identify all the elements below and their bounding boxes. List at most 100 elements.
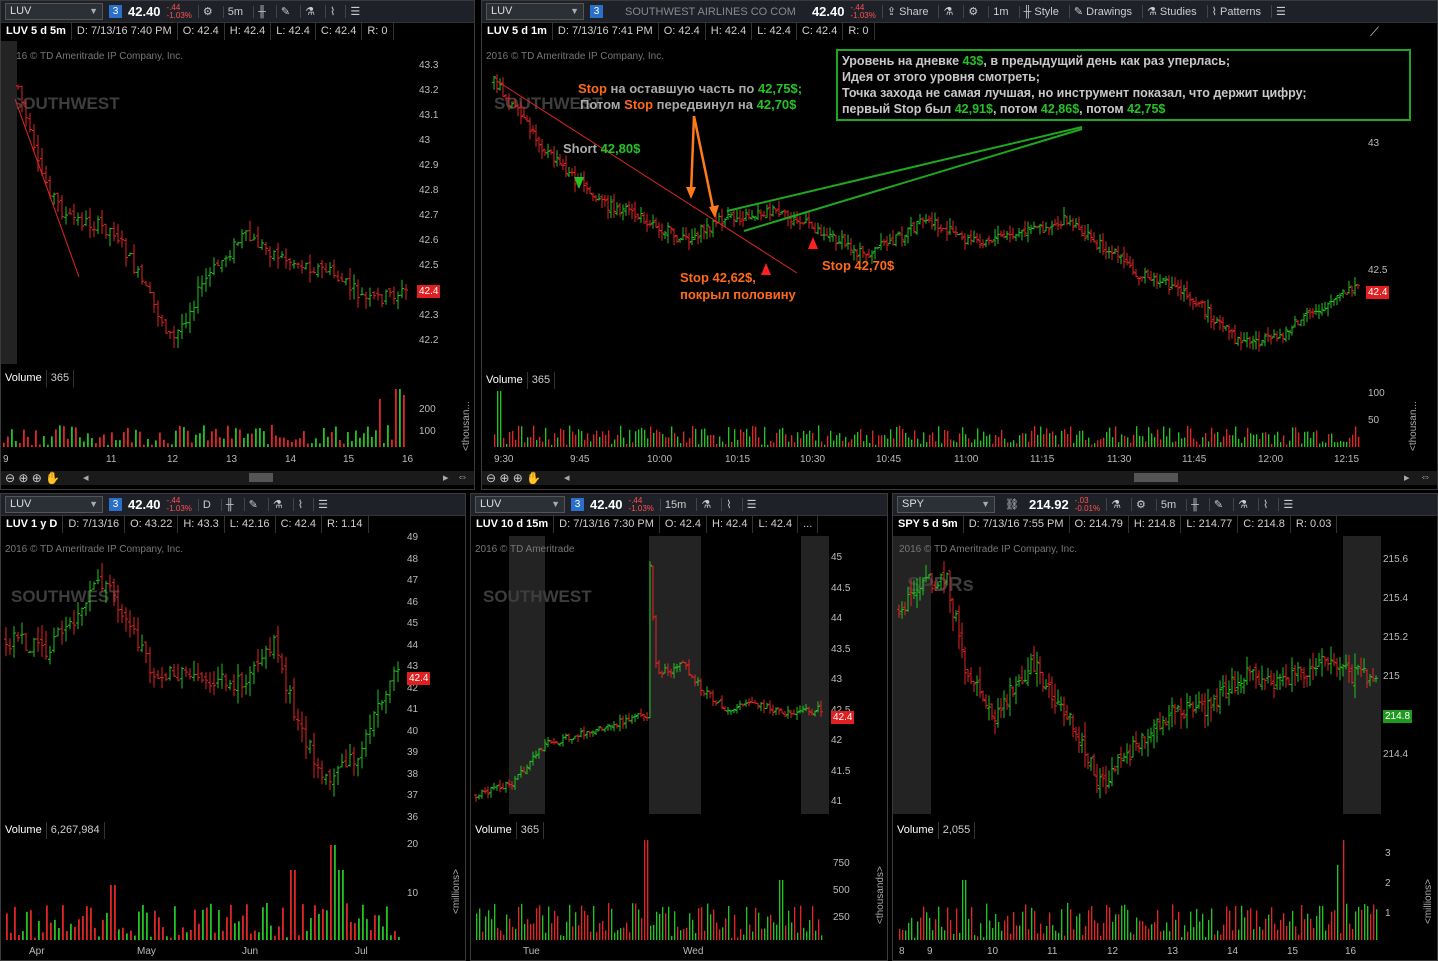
price-chart[interactable] bbox=[471, 534, 829, 816]
volume-bar bbox=[1166, 436, 1168, 447]
volume-bar bbox=[1280, 919, 1282, 940]
expand-icon[interactable]: ⇔ bbox=[457, 471, 468, 483]
volume-bar bbox=[1043, 434, 1045, 447]
candle-style-icon[interactable]: ╫ bbox=[253, 5, 270, 18]
volume-bar bbox=[343, 443, 345, 447]
volume-bar bbox=[86, 906, 88, 940]
symbol-selector[interactable]: LUV ▼ bbox=[5, 496, 103, 513]
volume-bar bbox=[683, 431, 685, 447]
candle-style-icon[interactable]: ╫ bbox=[220, 498, 238, 511]
menu-icon[interactable]: ☰ bbox=[741, 498, 761, 511]
chart-panel-bottom-middle: LUV ▼ 3 42.40 -.44 -1.03% 15m ⚗ ⌇ ☰ LUV 10… bbox=[470, 493, 888, 961]
volume-bar bbox=[821, 441, 823, 447]
link-group-icon[interactable]: 3 bbox=[571, 498, 584, 511]
volume-bar bbox=[590, 441, 592, 447]
flask-icon[interactable]: ⚗ bbox=[267, 498, 287, 511]
pattern-icon[interactable]: ⌇ bbox=[1258, 498, 1272, 511]
timeframe-button[interactable]: 5m bbox=[1155, 498, 1180, 511]
pattern-icon[interactable]: ⌇ bbox=[292, 498, 307, 511]
volume-bar bbox=[527, 437, 529, 447]
menu-icon[interactable]: ☰ bbox=[345, 5, 364, 18]
x-tick: 16 bbox=[402, 454, 414, 465]
studies-icon[interactable]: ⚗ bbox=[1233, 498, 1252, 511]
volume-bar bbox=[1241, 905, 1243, 940]
volume-bar bbox=[1046, 925, 1048, 940]
symbol-selector[interactable]: LUV ▼ bbox=[486, 3, 584, 20]
scroll-right-icon[interactable]: ▸ bbox=[1404, 471, 1410, 484]
menu-icon[interactable]: ☰ bbox=[313, 498, 332, 511]
volume-bar bbox=[725, 444, 727, 447]
chart-settings-icon[interactable]: ⟋ bbox=[1370, 24, 1379, 40]
link-group-icon[interactable]: 3 bbox=[109, 5, 122, 18]
link-group-icon[interactable]: 3 bbox=[590, 5, 603, 18]
scroll-right-icon[interactable]: ▸ bbox=[443, 471, 449, 484]
volume-bar bbox=[83, 441, 85, 447]
volume-bar bbox=[1208, 920, 1210, 940]
drawing-pencil-icon[interactable]: ✎ bbox=[275, 5, 294, 18]
drawing-pencil-icon[interactable]: ✎ bbox=[243, 498, 262, 511]
pattern-icon[interactable]: ⌇ bbox=[721, 498, 735, 511]
scroll-thumb[interactable] bbox=[249, 473, 273, 482]
volume-bar bbox=[1346, 441, 1348, 447]
drawing-pencil-icon[interactable]: ✎ bbox=[1208, 498, 1227, 511]
link-group-icon[interactable]: 3 bbox=[109, 498, 122, 511]
link-icon[interactable]: ⛓ bbox=[1001, 498, 1023, 511]
expand-icon[interactable]: ⇔ bbox=[1420, 471, 1431, 483]
scroll-thumb[interactable] bbox=[1134, 473, 1178, 482]
volume-bar bbox=[178, 934, 180, 940]
volume-bar bbox=[599, 436, 601, 447]
volume-bar bbox=[512, 430, 514, 447]
flask-icon[interactable]: ⚗ bbox=[1106, 498, 1125, 511]
patterns-button[interactable]: ⌇ Patterns bbox=[1206, 5, 1265, 18]
volume-bar bbox=[103, 434, 105, 447]
zoom-icons[interactable]: ⊖ ⊕ ⊕ ✋ bbox=[5, 471, 60, 485]
volume-bar bbox=[1064, 429, 1066, 447]
zoom-scrollbar[interactable]: ⊖ ⊕ ⊕ ✋ ◂ ▸ ⇔ bbox=[1, 471, 474, 485]
symbol-selector[interactable]: LUV ▼ bbox=[5, 3, 103, 20]
gear-icon[interactable]: ⚙ bbox=[1130, 498, 1150, 511]
menu-icon[interactable]: ☰ bbox=[1278, 498, 1297, 511]
scroll-left-icon[interactable]: ◂ bbox=[564, 471, 570, 484]
volume-bar bbox=[908, 922, 910, 940]
flask-icon[interactable]: ⚗ bbox=[938, 5, 957, 18]
price-chart[interactable] bbox=[1, 41, 413, 366]
price-chart[interactable] bbox=[893, 534, 1381, 816]
scroll-left-icon[interactable]: ◂ bbox=[83, 471, 89, 484]
volume-bar bbox=[1355, 911, 1357, 940]
timeframe-button[interactable]: 1m bbox=[988, 5, 1012, 18]
menu-icon[interactable]: ☰ bbox=[1271, 5, 1290, 18]
volume-bar bbox=[1334, 910, 1336, 940]
style-button[interactable]: ╫ Style bbox=[1018, 5, 1063, 18]
timeframe-button[interactable]: 15m bbox=[659, 498, 690, 511]
volume-header: Volume 365 bbox=[482, 372, 556, 389]
share-button[interactable]: ⇪ Share bbox=[881, 5, 933, 18]
flask-icon[interactable]: ⚗ bbox=[300, 5, 319, 18]
volume-bar bbox=[1157, 909, 1159, 940]
gear-icon[interactable]: ⚙ bbox=[963, 5, 982, 18]
volume-bar bbox=[500, 391, 502, 447]
pattern-icon[interactable]: ⌇ bbox=[324, 5, 339, 18]
price-chart[interactable] bbox=[1, 534, 403, 816]
flask-icon[interactable]: ⚗ bbox=[696, 498, 715, 511]
symbol-text: SPY bbox=[902, 498, 925, 510]
symbol-selector[interactable]: SPY ▼ bbox=[897, 496, 995, 513]
volume-bar bbox=[1193, 927, 1195, 940]
zoom-scrollbar[interactable]: ⊖ ⊕ ⊕ ✋ ◂ ▸ ⇔ bbox=[482, 471, 1437, 485]
volume-bar bbox=[632, 903, 634, 940]
drawings-button[interactable]: ✎ Drawings bbox=[1068, 5, 1136, 18]
gear-icon[interactable]: ⚙ bbox=[197, 5, 217, 18]
volume-bar bbox=[752, 931, 754, 940]
timeframe-button[interactable]: 5m bbox=[222, 5, 247, 18]
symbol-selector[interactable]: LUV ▼ bbox=[475, 496, 565, 513]
volume-bar bbox=[1103, 437, 1105, 447]
volume-bar bbox=[875, 444, 877, 447]
studies-button[interactable]: ⚗ Studies bbox=[1141, 5, 1201, 18]
candle-style-icon[interactable]: ╫ bbox=[1186, 498, 1203, 511]
volume-bar bbox=[1325, 442, 1327, 447]
volume-bar bbox=[79, 437, 81, 447]
volume-bar bbox=[761, 444, 763, 447]
timeframe-button[interactable]: D bbox=[197, 498, 215, 511]
annotation-stop-rest: Stop на оставшую часть по 42,75$; bbox=[578, 81, 803, 96]
zoom-icons[interactable]: ⊖ ⊕ ⊕ ✋ bbox=[486, 471, 541, 485]
volume-bar bbox=[572, 926, 574, 940]
